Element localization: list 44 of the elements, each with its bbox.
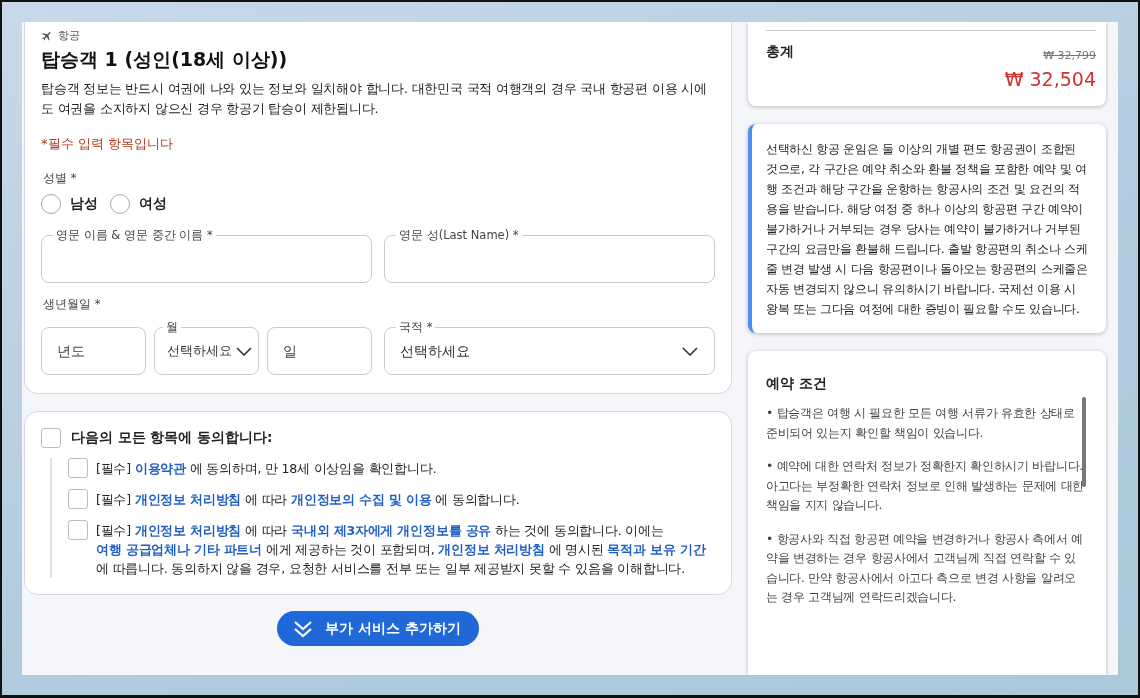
link[interactable]: 목적과 보유 기간 [607, 542, 706, 557]
birthdate-label: 생년월일 * [43, 297, 102, 312]
checkbox[interactable] [68, 489, 88, 509]
agreement-text: [필수] 개인정보 처리방침 에 따라 국내외 제3자에게 개인정보를 공유 하는 것에 동의합니다. 이에는 여행 공급업체나 기타 파트너 에게 제공하는 것이 포함되며, 개인정보 처리방침 에 명시된 목적과 보유 기간 에 따릅니다. 동의하지 않을 경우, 요청한 서비스를 전부 또는 일부 제공받지 못할 수 있음을 이해합니다. [96, 522, 707, 578]
checkbox[interactable] [68, 458, 88, 478]
select-field[interactable]: 월 선택하세요 [154, 320, 259, 375]
agreement-text: [필수] 이용약관 에 동의하며, 만 18세 이상임을 확인합니다. [96, 460, 437, 478]
radio-label: 여성 [139, 195, 167, 213]
link[interactable]: 개인정보의 수집 및 이용 [291, 492, 432, 507]
text-field[interactable]: 영문 성(Last Name) * [384, 228, 715, 283]
link[interactable]: 이용약관 [134, 461, 186, 476]
add-services-button[interactable]: 부가 서비스 추가하기 [277, 611, 479, 646]
gender-label: 성별 * [43, 171, 78, 186]
checkbox[interactable] [41, 428, 61, 448]
airplane-icon [41, 29, 53, 42]
checkbox[interactable] [68, 520, 88, 540]
total-price: ₩ 32,504 [1004, 68, 1096, 90]
input-field[interactable]: 일 [267, 327, 372, 375]
agreement-text: [필수] 개인정보 처리방침 에 따라 개인정보의 수집 및 이용 에 동의합니다. [96, 491, 520, 509]
category-label: 항공 [58, 28, 80, 43]
select-field[interactable]: 국적 * 선택하세요 [384, 320, 715, 375]
link[interactable]: 개인정보 처리방침 [438, 542, 545, 557]
required-note: *필수 입력 항목입니다 [41, 135, 174, 153]
chevron-down-icon [236, 347, 252, 356]
scrollbar[interactable] [1082, 397, 1086, 487]
terms-title: 예약 조건 [766, 375, 828, 393]
text-field[interactable]: 영문 이름 & 영문 중간 이름 * [41, 228, 372, 283]
double-chevron-down-icon [293, 619, 314, 638]
terms-item: • 항공사와 직접 항공편 예약을 변경하거나 항공사 측에서 예약을 변경하는 경우 항공사에서 고객님께 직접 연락할 수 있습니다. 만약 항공사에서 아고다 측으로 변경 사항을 알려오는 경우 고객님께 연락드리겠습니다. [766, 529, 1084, 606]
link[interactable]: 국내외 제3자에게 개인정보를 공유 [291, 523, 492, 538]
passport-notice: 탑승객 정보는 반드시 여권에 나와 있는 정보와 일치해야 합니다. 대한민국 국적 여행객의 경우 국내 항공편 이용 시에도 여권을 소지하지 않으신 경우 항공기 탑승이 제한됩니다. [41, 80, 708, 118]
terms-item: • 탑승객은 여행 시 필요한 모든 여행 서류가 유효한 상태로 준비되어 있는지 확인할 책임이 있습니다. [766, 404, 1076, 442]
agree-all-label: 다음의 모든 항목에 동의합니다: [71, 429, 273, 447]
link[interactable]: 개인정보 처리방침 [134, 492, 242, 507]
total-label: 총계 [766, 43, 794, 61]
passenger-title: 탑승객 1 (성인(18세 이상)) [41, 47, 289, 72]
radio-label: 남성 [70, 195, 98, 213]
terms-item: • 예약에 대한 연락처 정보가 정확한지 확인하시기 바랍니다. 아고다는 부정확한 연락처 정보로 인해 발생하는 문제에 대한 책임을 지지 않습니다. [766, 457, 1084, 514]
chevron-down-icon [682, 347, 698, 356]
link[interactable]: 여행 공급업체나 기타 파트너 [96, 542, 263, 557]
link[interactable]: 개인정보 처리방침 [134, 523, 242, 538]
original-price: ₩ 32,799 [1043, 49, 1096, 62]
fare-notice-text: 선택하신 항공 운임은 둘 이상의 개별 편도 항공권이 조합된 것으로, 각 구간은 예약 취소와 환불 정책을 포함한 예약 및 여행 조건과 해당 구간을 운항하는 항공사의 조건 및 요건의 적용을 받습니다. 해당 여정 중 하나 이상의 항공편 구간 예약이 불가하거나 거부되는 경우 당사는 예약이 불가하거나 거부된 구간의 요금만을 환불해 드립니다. 출발 항공편의 취소나 스케줄 변경 발생 시 다음 항공편이나 돌아오는 항공편의 스케줄은 자동 변경되지 않으니 유의하시기 바랍니다. 국제선 이용 시 왕복 또는 그다음 여정에 대한 증빙이 필요할 수도 있습니다. [766, 140, 1089, 318]
input-field[interactable]: 년도 [41, 327, 146, 375]
